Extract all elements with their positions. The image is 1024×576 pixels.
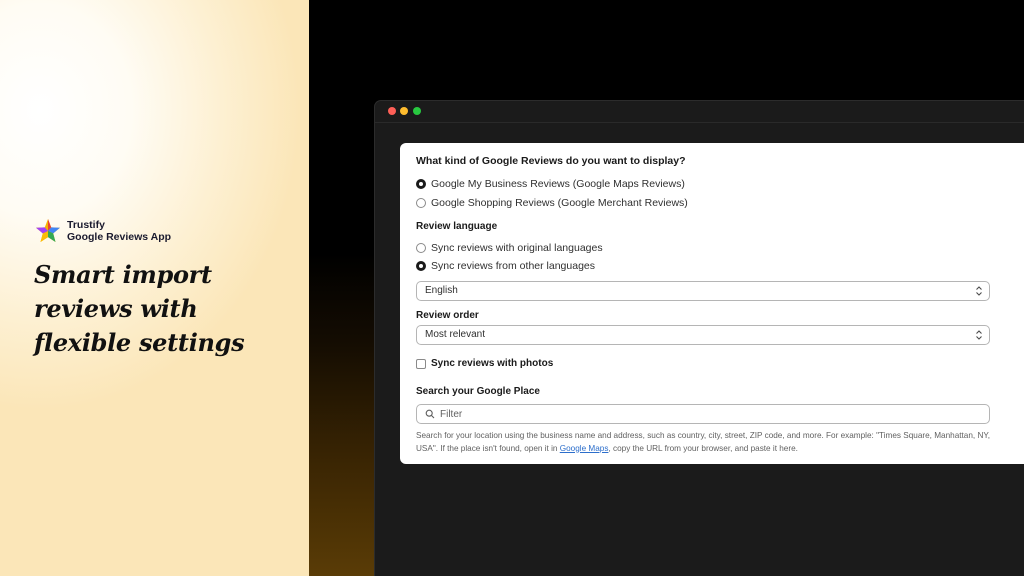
headline-line-2: reviews with [34, 294, 198, 323]
brand-logo: Trustify Google Reviews App [35, 218, 171, 244]
review-order-select[interactable]: Most relevant [416, 325, 990, 345]
brand-product: Google Reviews App [67, 231, 172, 243]
sync-photos-checkbox-row[interactable]: Sync reviews with photos [416, 358, 553, 369]
window-titlebar [375, 101, 1024, 123]
star-logo-icon [36, 219, 60, 242]
review-order-label: Review order [416, 310, 479, 321]
place-search-input[interactable] [440, 408, 989, 420]
select-chevron-icon [976, 286, 982, 296]
review-type-question: What kind of Google Reviews do you want … [416, 155, 686, 167]
radio-google-my-business[interactable]: Google My Business Reviews (Google Maps … [416, 178, 685, 190]
review-language-label: Review language [416, 221, 498, 232]
sync-photos-checkbox[interactable] [416, 358, 426, 369]
radio-label: Sync reviews from other languages [431, 260, 595, 272]
search-help-text: Search for your location using the busin… [416, 430, 1006, 455]
maximize-window-button[interactable] [413, 107, 421, 115]
search-place-label: Search your Google Place [416, 386, 540, 397]
radio-label: Google Shopping Reviews (Google Merchant… [431, 197, 688, 209]
headline-line-3: flexible settings [34, 328, 245, 357]
radio-button[interactable] [416, 243, 426, 253]
radio-label: Google My Business Reviews (Google Maps … [431, 178, 685, 190]
headline: Smart import reviews with flexible setti… [34, 258, 294, 360]
brand-name: Trustify [67, 219, 105, 231]
radio-button-checked[interactable] [416, 261, 426, 271]
headline-line-1: Smart import [34, 260, 212, 289]
minimize-window-button[interactable] [400, 107, 408, 115]
radio-other-languages[interactable]: Sync reviews from other languages [416, 260, 595, 272]
promo-panel: Trustify Google Reviews App Smart import… [0, 0, 309, 576]
radio-google-shopping[interactable]: Google Shopping Reviews (Google Merchant… [416, 197, 688, 209]
place-search-field[interactable] [416, 404, 990, 424]
review-order-value: Most relevant [425, 329, 486, 340]
language-select-value: English [425, 285, 458, 296]
settings-card: What kind of Google Reviews do you want … [400, 143, 1024, 464]
sync-photos-label: Sync reviews with photos [431, 358, 554, 369]
radio-label: Sync reviews with original languages [431, 242, 603, 254]
radio-original-languages[interactable]: Sync reviews with original languages [416, 242, 603, 254]
google-maps-link[interactable]: Google Maps [560, 444, 609, 453]
close-window-button[interactable] [388, 107, 396, 115]
radio-button[interactable] [416, 198, 426, 208]
radio-button-checked[interactable] [416, 179, 426, 189]
select-chevron-icon [976, 330, 982, 340]
language-select[interactable]: English [416, 281, 990, 301]
search-icon [425, 409, 435, 419]
help-text-after: , copy the URL from your browser, and pa… [608, 443, 798, 453]
